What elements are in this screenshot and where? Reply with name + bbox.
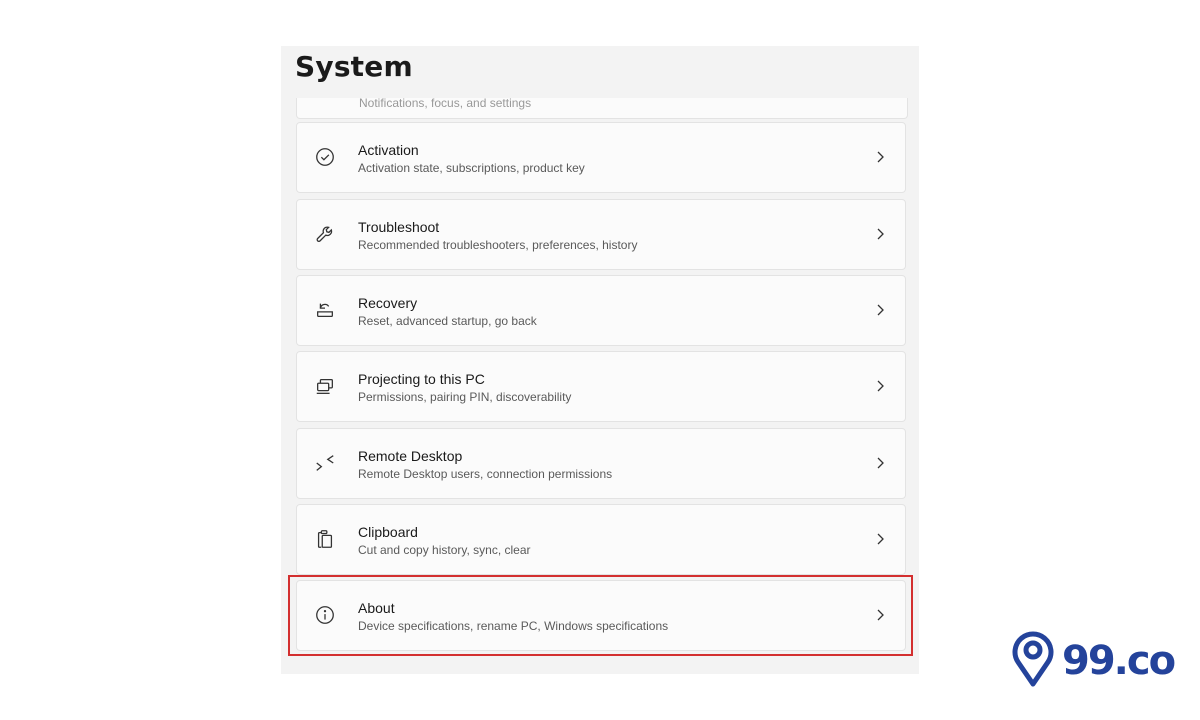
item-description: Cut and copy history, sync, clear bbox=[358, 543, 531, 557]
item-label: Clipboard bbox=[358, 524, 418, 540]
clipboard-icon bbox=[313, 527, 337, 551]
chevron-right-icon bbox=[875, 227, 885, 241]
item-label: Activation bbox=[358, 142, 419, 158]
page-title: System bbox=[295, 50, 413, 83]
highlight-box bbox=[288, 575, 913, 656]
chevron-right-icon bbox=[875, 303, 885, 317]
item-label: Recovery bbox=[358, 295, 418, 311]
partial-item-description: Notifications, focus, and settings bbox=[359, 96, 532, 110]
projector-icon bbox=[313, 374, 337, 398]
item-label: Troubleshoot bbox=[358, 219, 440, 235]
settings-item-troubleshoot[interactable]: Troubleshoot Recommended troubleshooters… bbox=[296, 199, 906, 270]
chevron-right-icon bbox=[875, 532, 885, 546]
item-description: Permissions, pairing PIN, discoverabilit… bbox=[358, 390, 572, 404]
settings-item-projecting[interactable]: Projecting to this PC Permissions, pairi… bbox=[296, 351, 906, 422]
item-description: Activation state, subscriptions, product… bbox=[358, 161, 585, 175]
brand-logo: 99.co bbox=[1010, 628, 1176, 693]
item-label: Remote Desktop bbox=[358, 448, 463, 464]
settings-item-recovery[interactable]: Recovery Reset, advanced startup, go bac… bbox=[296, 275, 906, 346]
settings-item-remote-desktop[interactable]: Remote Desktop Remote Desktop users, con… bbox=[296, 428, 906, 499]
recovery-icon bbox=[313, 298, 337, 322]
item-label: Projecting to this PC bbox=[358, 371, 485, 387]
brand-wordmark: 99.co bbox=[1062, 637, 1176, 684]
check-circle-icon bbox=[313, 145, 337, 169]
location-pin-icon bbox=[1010, 628, 1056, 693]
chevron-right-icon bbox=[875, 456, 885, 470]
partial-settings-item[interactable]: Notifications, focus, and settings bbox=[296, 96, 908, 119]
item-description: Remote Desktop users, connection permiss… bbox=[358, 467, 613, 481]
chevron-right-icon bbox=[875, 150, 885, 164]
chevron-right-icon bbox=[875, 379, 885, 393]
settings-item-activation[interactable]: Activation Activation state, subscriptio… bbox=[296, 122, 906, 193]
remote-desktop-icon bbox=[313, 451, 337, 475]
settings-item-clipboard[interactable]: Clipboard Cut and copy history, sync, cl… bbox=[296, 504, 906, 575]
item-description: Reset, advanced startup, go back bbox=[358, 314, 537, 328]
wrench-icon bbox=[313, 222, 337, 246]
item-description: Recommended troubleshooters, preferences… bbox=[358, 238, 638, 252]
